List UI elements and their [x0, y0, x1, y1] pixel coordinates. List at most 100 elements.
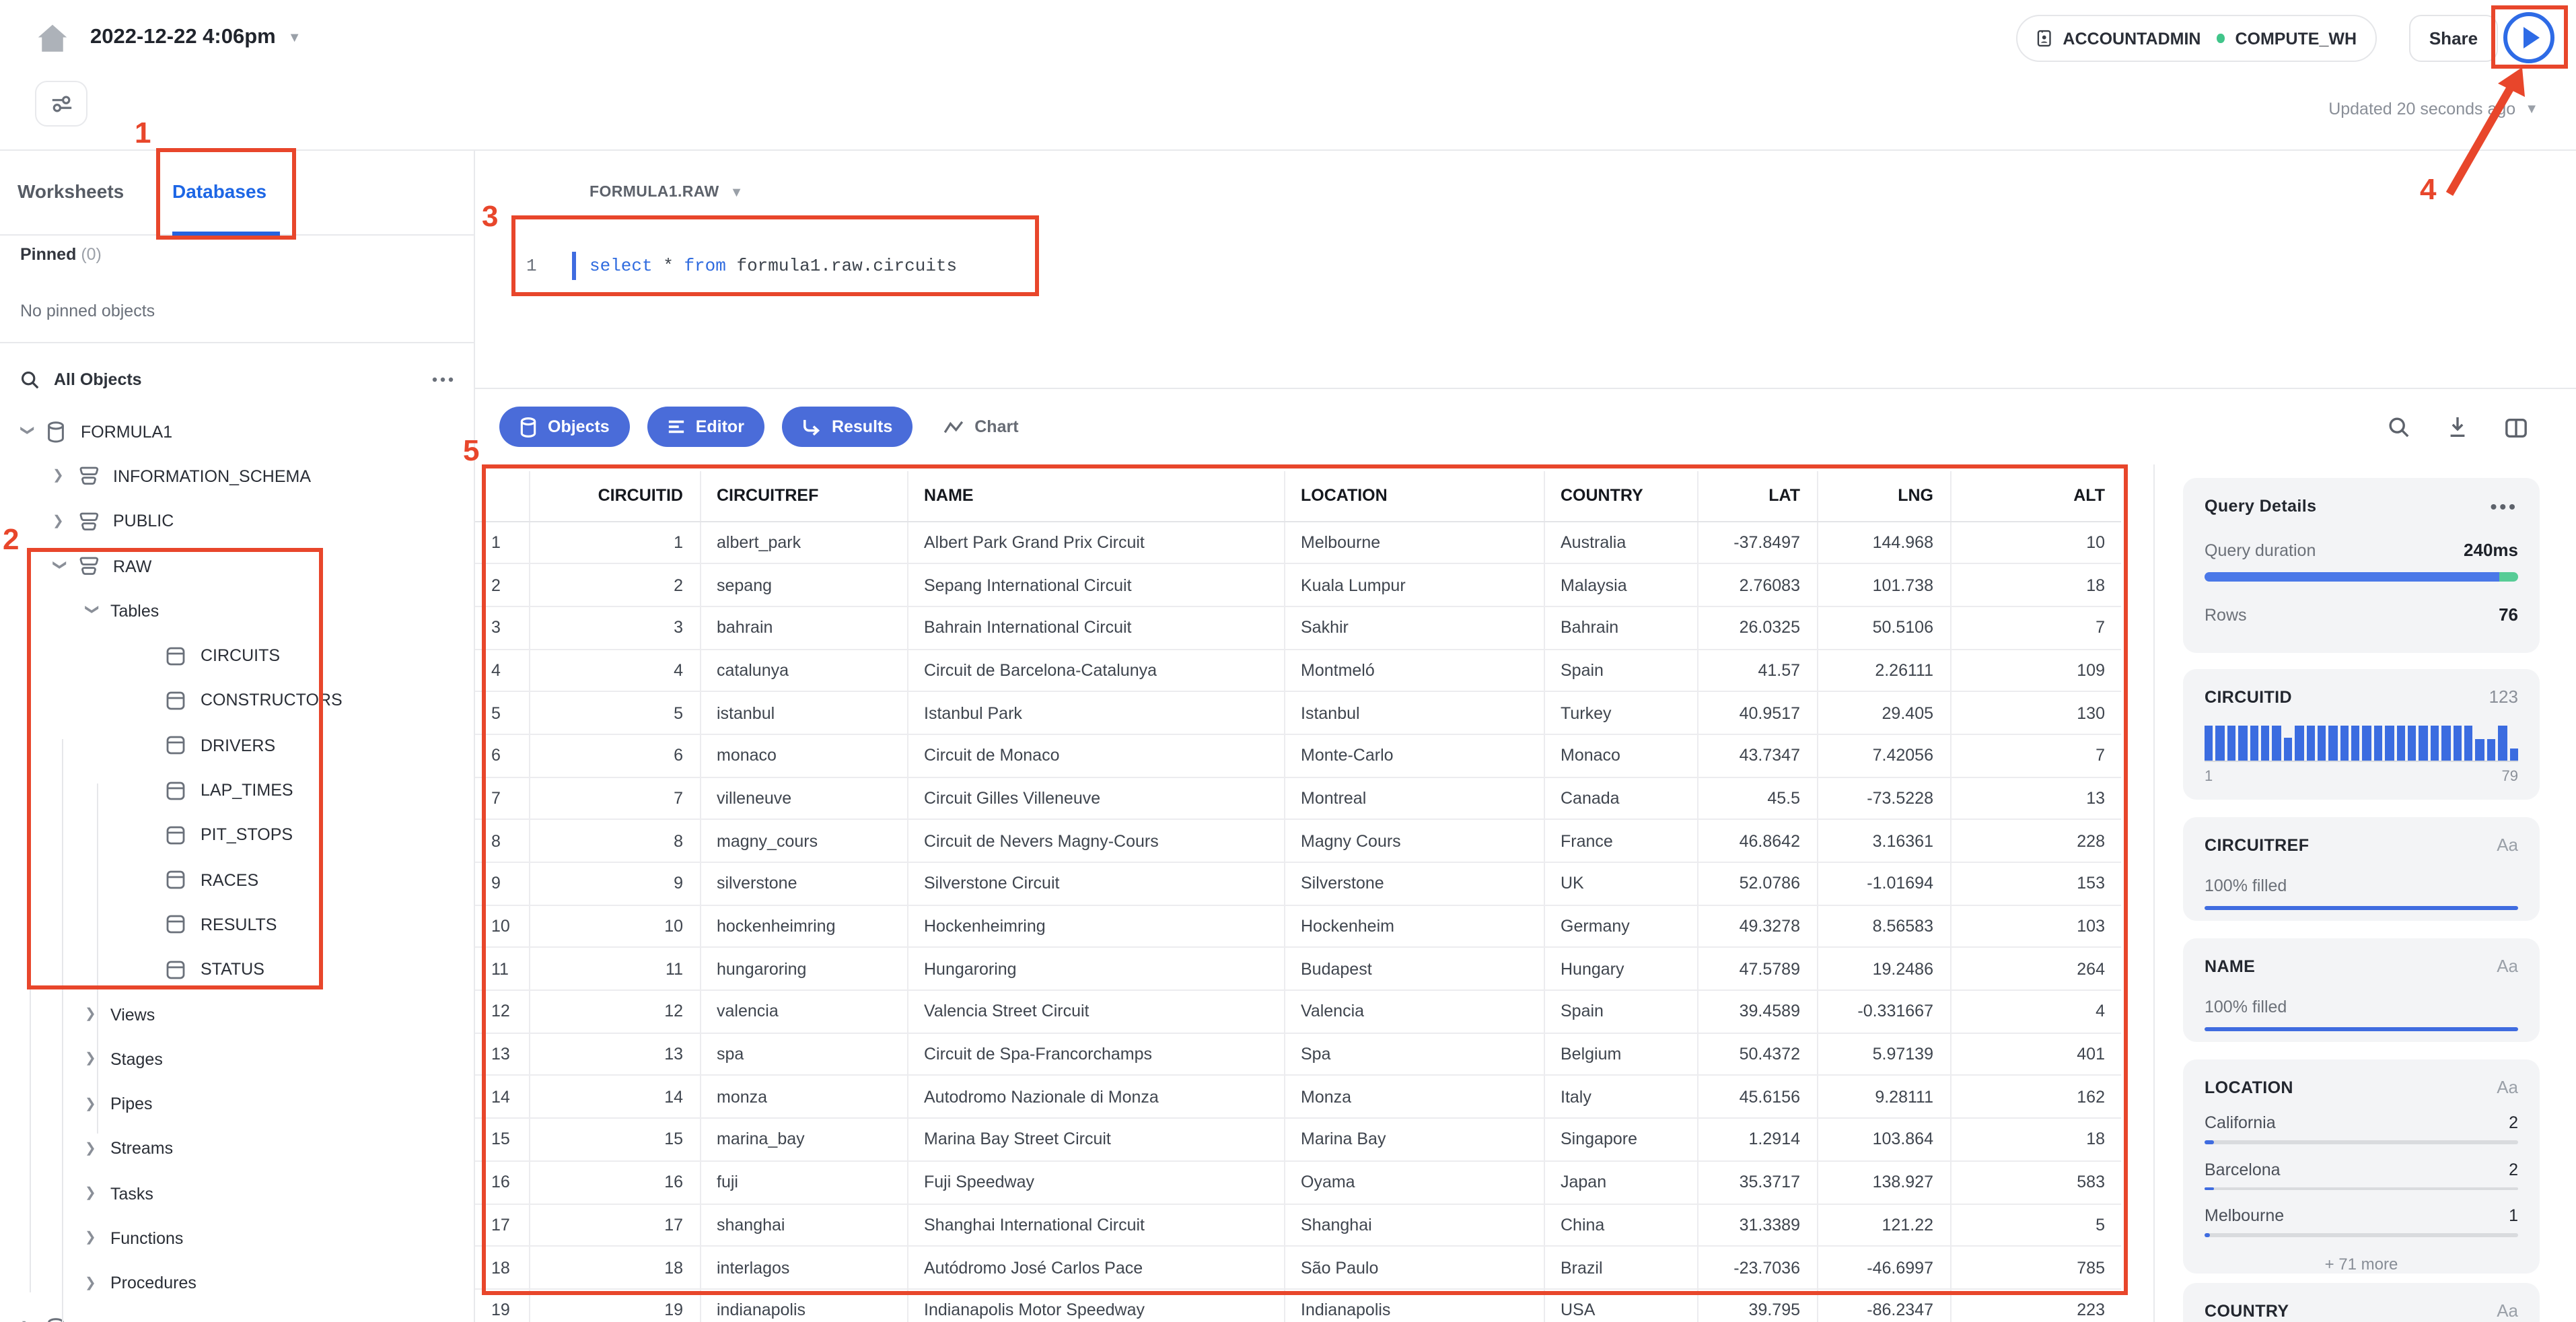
updated-status[interactable]: Updated 20 seconds ago ▼: [2328, 100, 2538, 118]
sidebar-item-snowflake[interactable]: ❯SNOWFLAKE: [0, 1306, 474, 1322]
object-search[interactable]: All Objects: [20, 363, 454, 396]
sidebar-item-pipes[interactable]: ❯ Pipes: [0, 1082, 474, 1127]
sidebar-item-information_schema[interactable]: ❯ INFORMATION_SCHEMA: [0, 454, 474, 499]
chevron-icon: ❯: [52, 468, 64, 484]
sidebar-item-formula1[interactable]: ❯ FORMULA1: [0, 409, 474, 454]
column-header-lat[interactable]: LAT: [1696, 471, 1818, 522]
column-header-alt[interactable]: ALT: [1949, 471, 2121, 522]
duration-progress-bar: [2205, 572, 2518, 582]
run-button[interactable]: [2503, 12, 2554, 63]
table-row[interactable]: 18 18 interlagos Autódromo José Carlos Pace…: [475, 1246, 2121, 1290]
sql-token: *: [652, 255, 684, 275]
cell: Spain: [1543, 990, 1698, 1034]
cell: 228: [1949, 819, 2121, 863]
table-row[interactable]: 10 10 hockenheimring Hockenheimring Hockenhe…: [475, 905, 2121, 948]
table-row[interactable]: 3 3 bahrain Bahrain International Circuit Sa…: [475, 606, 2121, 650]
table-row[interactable]: 4 4 catalunya Circuit de Barcelona-Cataluny…: [475, 649, 2121, 693]
cell: villeneuve: [699, 777, 908, 821]
column-header-circuitref[interactable]: CIRCUITREF: [699, 471, 908, 522]
table-row[interactable]: 15 15 marina_bay Marina Bay Street Circuit M…: [475, 1118, 2121, 1162]
column-header-rownum[interactable]: [475, 471, 530, 522]
chevron-icon: ❯: [85, 1230, 96, 1246]
table-row[interactable]: 7 7 villeneuve Circuit Gilles Villeneuve Mon…: [475, 777, 2121, 821]
table-row[interactable]: 19 19 indianapolis Indianapolis Motor Speed…: [475, 1288, 2121, 1322]
table-row[interactable]: 13 13 spa Circuit de Spa-Francorchamps Spa Be…: [475, 1033, 2121, 1076]
warehouse-label: COMPUTE_WH: [2235, 29, 2357, 48]
sidebar-item-tasks[interactable]: ❯ Tasks: [0, 1171, 474, 1216]
more-options-icon[interactable]: •••: [2491, 495, 2518, 517]
sidebar-item-lap_times[interactable]: ❯LAP_TIMES: [0, 768, 474, 813]
download-icon[interactable]: [2447, 416, 2468, 439]
sidebar-item-races[interactable]: ❯RACES: [0, 858, 474, 903]
sidebar-item-circuits[interactable]: ❯CIRCUITS: [0, 633, 474, 679]
editor-button[interactable]: Editor: [647, 407, 764, 447]
table-row[interactable]: 12 12 valencia Valencia Street Circuit Valen…: [475, 990, 2121, 1034]
table-row[interactable]: 8 8 magny_cours Circuit de Nevers Magny-Cou…: [475, 819, 2121, 863]
text-type-badge: Aa: [2497, 1077, 2518, 1097]
cell: 39.795: [1696, 1288, 1818, 1322]
tab-databases[interactable]: Databases: [172, 180, 266, 202]
table-row[interactable]: 16 16 fuji Fuji Speedway Oyama Japan 35.3717 13…: [475, 1160, 2121, 1204]
sidebar-item-constructors[interactable]: ❯CONSTRUCTORS: [0, 679, 474, 724]
cell: 18: [1949, 563, 2121, 607]
worksheet-title[interactable]: 2022-12-22 4:06pm ▼: [90, 26, 301, 50]
sidebar-item-procedures[interactable]: ❯ Procedures: [0, 1261, 474, 1306]
column-header-circuitid[interactable]: CIRCUITID: [528, 471, 701, 522]
table-row[interactable]: 2 2 sepang Sepang International Circuit Kual…: [475, 563, 2121, 607]
sidebar-item-views[interactable]: ❯ Views: [0, 992, 474, 1037]
histogram-bar: [2215, 726, 2225, 761]
objects-button[interactable]: Objects: [499, 407, 630, 447]
sidebar-item-results[interactable]: ❯RESULTS: [0, 903, 474, 948]
location-value-row: Melbourne 1: [2205, 1206, 2518, 1225]
cell: Hockenheim: [1283, 905, 1544, 948]
tab-worksheets[interactable]: Worksheets: [17, 180, 124, 202]
histogram-bar: [2362, 726, 2371, 761]
histogram-bar: [2328, 726, 2338, 761]
results-button[interactable]: Results: [781, 407, 913, 447]
share-button[interactable]: Share: [2409, 15, 2498, 62]
sidebar-item-streams[interactable]: ❯ Streams: [0, 1127, 474, 1172]
more-values-link[interactable]: + 71 more: [2205, 1254, 2518, 1273]
histogram-bar: [2283, 738, 2293, 761]
table-row[interactable]: 6 6 monaco Circuit de Monaco Monte-Carlo Mona…: [475, 734, 2121, 778]
column-header-lng[interactable]: LNG: [1816, 471, 1951, 522]
row-number: 12: [475, 990, 530, 1034]
sidebar-item-functions[interactable]: ❯ Functions: [0, 1216, 474, 1261]
more-options-icon[interactable]: [432, 377, 454, 382]
cell: 15: [528, 1118, 701, 1162]
column-header-country[interactable]: COUNTRY: [1543, 471, 1698, 522]
sidebar-item-status[interactable]: ❯STATUS: [0, 947, 474, 992]
search-results-icon[interactable]: [2388, 416, 2410, 439]
sidebar-item-raw[interactable]: ❯ RAW: [0, 544, 474, 589]
cell: 144.968: [1816, 521, 1951, 565]
schema-icon: [78, 465, 101, 488]
sidebar-item-stages[interactable]: ❯ Stages: [0, 1037, 474, 1082]
cell: Budapest: [1283, 947, 1544, 992]
row-number: 11: [475, 947, 530, 992]
column-header-location[interactable]: LOCATION: [1283, 471, 1544, 522]
table-row[interactable]: 14 14 monza Autodromo Nazionale di Monza Mon…: [475, 1075, 2121, 1119]
table-row[interactable]: 1 1 albert_park Albert Park Grand Prix Circ…: [475, 521, 2121, 565]
cell: 1: [528, 521, 701, 565]
code-line[interactable]: 1 select * from formula1.raw.circuits: [526, 248, 957, 283]
sidebar-item-drivers[interactable]: ❯DRIVERS: [0, 723, 474, 768]
row-number: 7: [475, 777, 530, 821]
cell: 12: [528, 990, 701, 1034]
cell: Autodromo Nazionale di Monza: [906, 1075, 1285, 1119]
cell: Italy: [1543, 1075, 1698, 1119]
filters-button[interactable]: [35, 81, 87, 127]
home-icon[interactable]: [32, 19, 73, 59]
sidebar-item-pit_stops[interactable]: ❯PIT_STOPS: [0, 812, 474, 858]
table-row[interactable]: 9 9 silverstone Silverstone Circuit Silverst…: [475, 862, 2121, 906]
split-columns-icon[interactable]: [2505, 417, 2528, 438]
chart-button[interactable]: Chart: [943, 417, 1019, 436]
editor-context-selector[interactable]: FORMULA1.RAW ▼: [589, 184, 744, 201]
cell: 101.738: [1816, 563, 1951, 607]
table-row[interactable]: 11 11 hungaroring Hungaroring Budapest Hungar…: [475, 947, 2121, 992]
table-row[interactable]: 5 5 istanbul Istanbul Park Istanbul Turkey 40.…: [475, 691, 2121, 735]
role-warehouse-selector[interactable]: ACCOUNTADMIN COMPUTE_WH: [2016, 15, 2377, 62]
sidebar-item-tables[interactable]: ❯ Tables: [0, 588, 474, 633]
table-row[interactable]: 17 17 shanghai Shanghai International Circu…: [475, 1204, 2121, 1247]
sidebar-item-public[interactable]: ❯ PUBLIC: [0, 499, 474, 544]
column-header-name[interactable]: NAME: [906, 471, 1285, 522]
